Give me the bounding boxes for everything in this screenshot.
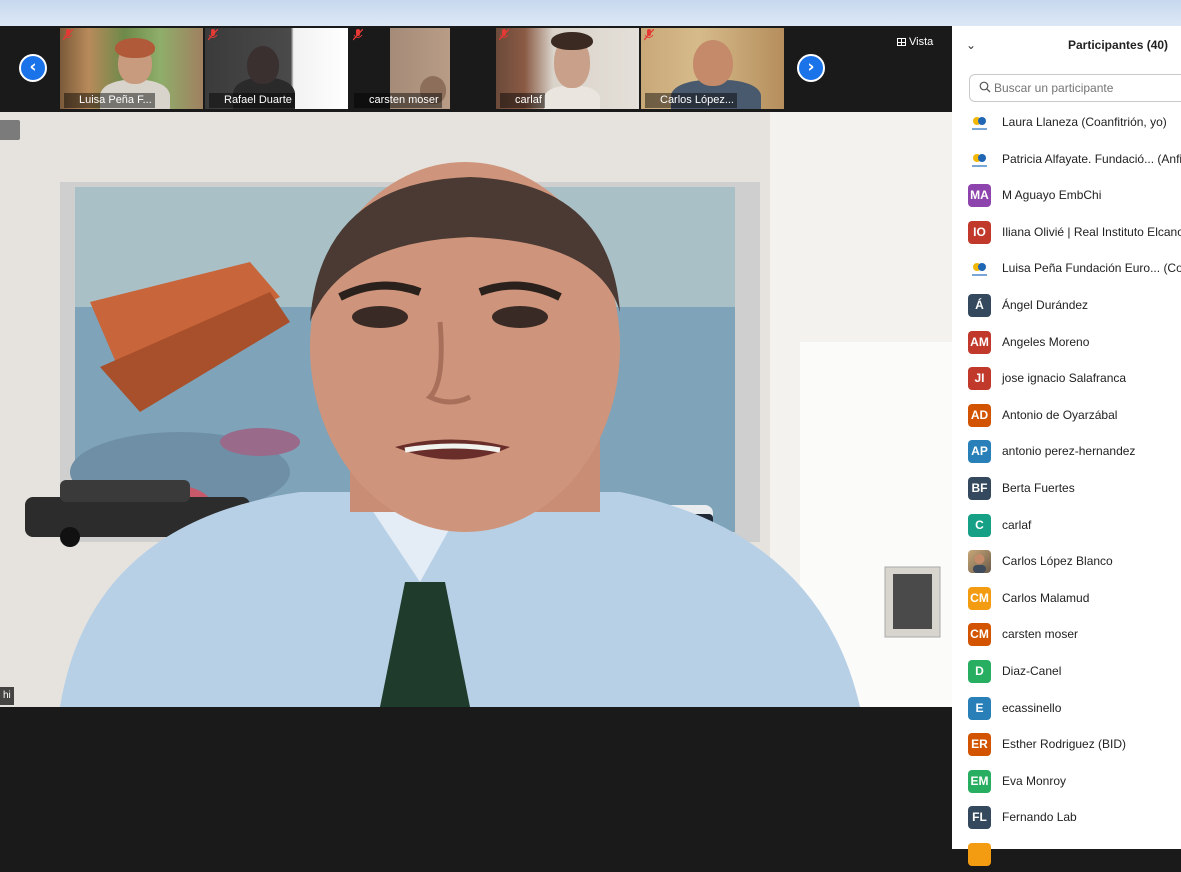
participants-title: Participantes (40) bbox=[1068, 38, 1169, 52]
speaker-video-frame bbox=[0, 112, 952, 707]
avatar bbox=[968, 843, 991, 866]
search-icon bbox=[979, 81, 991, 93]
participant-row[interactable]: AP antonio perez-hernandez bbox=[952, 433, 1181, 469]
participant-row[interactable]: ER Esther Rodriguez (BID) bbox=[952, 726, 1181, 762]
avatar: D bbox=[968, 660, 991, 683]
participants-panel: ⌄ Participantes (40) Laura Llaneza (Coan… bbox=[952, 26, 1181, 866]
participants-header: ⌄ Participantes (40) bbox=[952, 26, 1181, 66]
participant-name: Eva Monroy bbox=[1002, 773, 1067, 788]
corner-indicator bbox=[0, 120, 20, 140]
filmstrip-prev-button[interactable]: ‹ bbox=[19, 54, 47, 82]
participant-row[interactable]: Á Ángel Durández bbox=[952, 287, 1181, 323]
video-thumbnail[interactable]: Luisa Peña F... bbox=[60, 28, 203, 109]
avatar: Á bbox=[968, 294, 991, 317]
video-thumbnail[interactable]: carlaf bbox=[496, 28, 639, 109]
active-speaker-video: hi bbox=[0, 112, 952, 707]
view-button[interactable]: Vista bbox=[897, 36, 933, 48]
participant-row[interactable]: Eecassinello bbox=[952, 690, 1181, 726]
avatar: AD bbox=[968, 403, 991, 427]
filmstrip-next-button[interactable]: › bbox=[797, 54, 825, 82]
participant-name: Fernando Lab bbox=[1002, 810, 1077, 825]
window-top-bar bbox=[0, 0, 1181, 26]
avatar: FL bbox=[968, 806, 991, 830]
participant-row[interactable]: IO Iliana Olivié | Real Instituto Elcano bbox=[952, 214, 1181, 250]
participant-name: Angeles Moreno bbox=[1002, 334, 1090, 349]
avatar: BF bbox=[968, 477, 991, 500]
thumbnail-name: Carlos López... bbox=[645, 93, 737, 108]
participant-name: antonio perez-hernandez bbox=[1002, 444, 1136, 459]
participant-row[interactable]: FL Fernando Lab bbox=[952, 799, 1181, 835]
participant-row[interactable]: AD Antonio de Oyarzábal bbox=[952, 397, 1181, 433]
avatar: AP bbox=[968, 440, 991, 464]
chevron-down-icon[interactable]: ⌄ bbox=[966, 38, 976, 52]
participant-name: Esther Rodriguez (BID) bbox=[1002, 737, 1127, 752]
mic-muted-icon bbox=[353, 29, 363, 41]
participant-name: Luisa Peña Fundación Euro... (Coa bbox=[1002, 261, 1181, 276]
participant-row[interactable]: Ccarlaf bbox=[952, 507, 1181, 543]
avatar bbox=[968, 147, 991, 171]
thumbnail-name: carlaf bbox=[500, 93, 545, 108]
mic-muted-icon bbox=[63, 29, 73, 41]
avatar: EM bbox=[968, 769, 991, 793]
participant-name: jose ignacio Salafranca bbox=[1002, 371, 1127, 386]
participant-row[interactable]: Carlos López Blanco bbox=[952, 543, 1181, 579]
participant-name: Antonio de Oyarzábal bbox=[1002, 407, 1118, 422]
participant-name: Ángel Durández bbox=[1002, 298, 1089, 312]
participant-row[interactable]: Patricia Alfayate. Fundació... (Anfitr bbox=[952, 141, 1181, 177]
avatar: E bbox=[968, 696, 991, 720]
participant-row[interactable]: JI jose ignacio Salafranca bbox=[952, 360, 1181, 396]
participant-row[interactable]: BF Berta Fuertes bbox=[952, 470, 1181, 506]
participant-name: Patricia Alfayate. Fundació... (Anfitr bbox=[1002, 151, 1181, 166]
filmstrip: ‹ Luisa Peña F... Rafael Duarte carsten … bbox=[0, 26, 952, 112]
participant-row[interactable]: EM Eva Monroy bbox=[952, 763, 1181, 799]
mic-muted-icon bbox=[499, 29, 509, 41]
participant-name: Iliana Olivié | Real Instituto Elcano bbox=[1002, 224, 1181, 239]
mic-muted-icon bbox=[644, 29, 654, 41]
avatar: CM bbox=[968, 586, 991, 610]
participant-name: Diaz-Canel bbox=[1002, 664, 1062, 678]
video-thumbnail[interactable]: carsten moser bbox=[350, 28, 493, 109]
chevron-right-icon: › bbox=[807, 57, 815, 77]
participant-name: Carlos Malamud bbox=[1002, 590, 1090, 605]
thumbnail-name: carsten moser bbox=[354, 93, 442, 108]
avatar: IO bbox=[968, 220, 991, 244]
participant-name: carlaf bbox=[1002, 517, 1032, 532]
avatar: CM bbox=[968, 623, 991, 647]
avatar: ER bbox=[968, 733, 991, 757]
participant-name: ecassinello bbox=[1002, 700, 1062, 715]
video-stage: ‹ Luisa Peña F... Rafael Duarte carsten … bbox=[0, 26, 952, 849]
thumbnail-name: Luisa Peña F... bbox=[64, 93, 155, 108]
avatar bbox=[968, 111, 991, 134]
participant-name: Berta Fuertes bbox=[1002, 481, 1075, 495]
participant-row[interactable]: Laura Llaneza (Coanfitrión, yo) bbox=[952, 104, 1181, 140]
participant-row[interactable]: Luisa Peña Fundación Euro... (Coa bbox=[952, 250, 1181, 286]
participant-row[interactable]: D Diaz-Canel bbox=[952, 653, 1181, 689]
avatar: MA bbox=[968, 184, 991, 208]
participant-name: M Aguayo EmbChi bbox=[1002, 188, 1102, 203]
participant-row[interactable]: CM carsten moser bbox=[952, 616, 1181, 652]
participant-search[interactable] bbox=[969, 74, 1181, 102]
search-input[interactable] bbox=[994, 79, 1181, 97]
view-label: Vista bbox=[909, 36, 934, 48]
video-thumbnail[interactable]: Carlos López... bbox=[641, 28, 784, 109]
speaker-name-tag: hi bbox=[0, 687, 14, 705]
avatar bbox=[968, 550, 991, 574]
video-thumbnail[interactable]: Rafael Duarte bbox=[205, 28, 348, 109]
participant-row[interactable]: CM Carlos Malamud bbox=[952, 580, 1181, 616]
participant-row[interactable]: AM Angeles Moreno bbox=[952, 324, 1181, 360]
grid-view-icon bbox=[897, 38, 906, 46]
participant-name: carsten moser bbox=[1002, 627, 1079, 642]
mic-muted-icon bbox=[208, 29, 218, 41]
participant-row[interactable] bbox=[952, 836, 1181, 872]
chevron-left-icon: ‹ bbox=[29, 57, 37, 77]
avatar: AM bbox=[968, 330, 991, 354]
avatar: JI bbox=[968, 367, 991, 391]
thumbnail-name: Rafael Duarte bbox=[209, 93, 295, 108]
participant-name: Laura Llaneza (Coanfitrión, yo) bbox=[1002, 115, 1167, 129]
avatar bbox=[968, 257, 991, 281]
avatar: C bbox=[968, 513, 991, 537]
participant-name: Carlos López Blanco bbox=[1002, 554, 1113, 569]
participant-row[interactable]: MA M Aguayo EmbChi bbox=[952, 177, 1181, 213]
